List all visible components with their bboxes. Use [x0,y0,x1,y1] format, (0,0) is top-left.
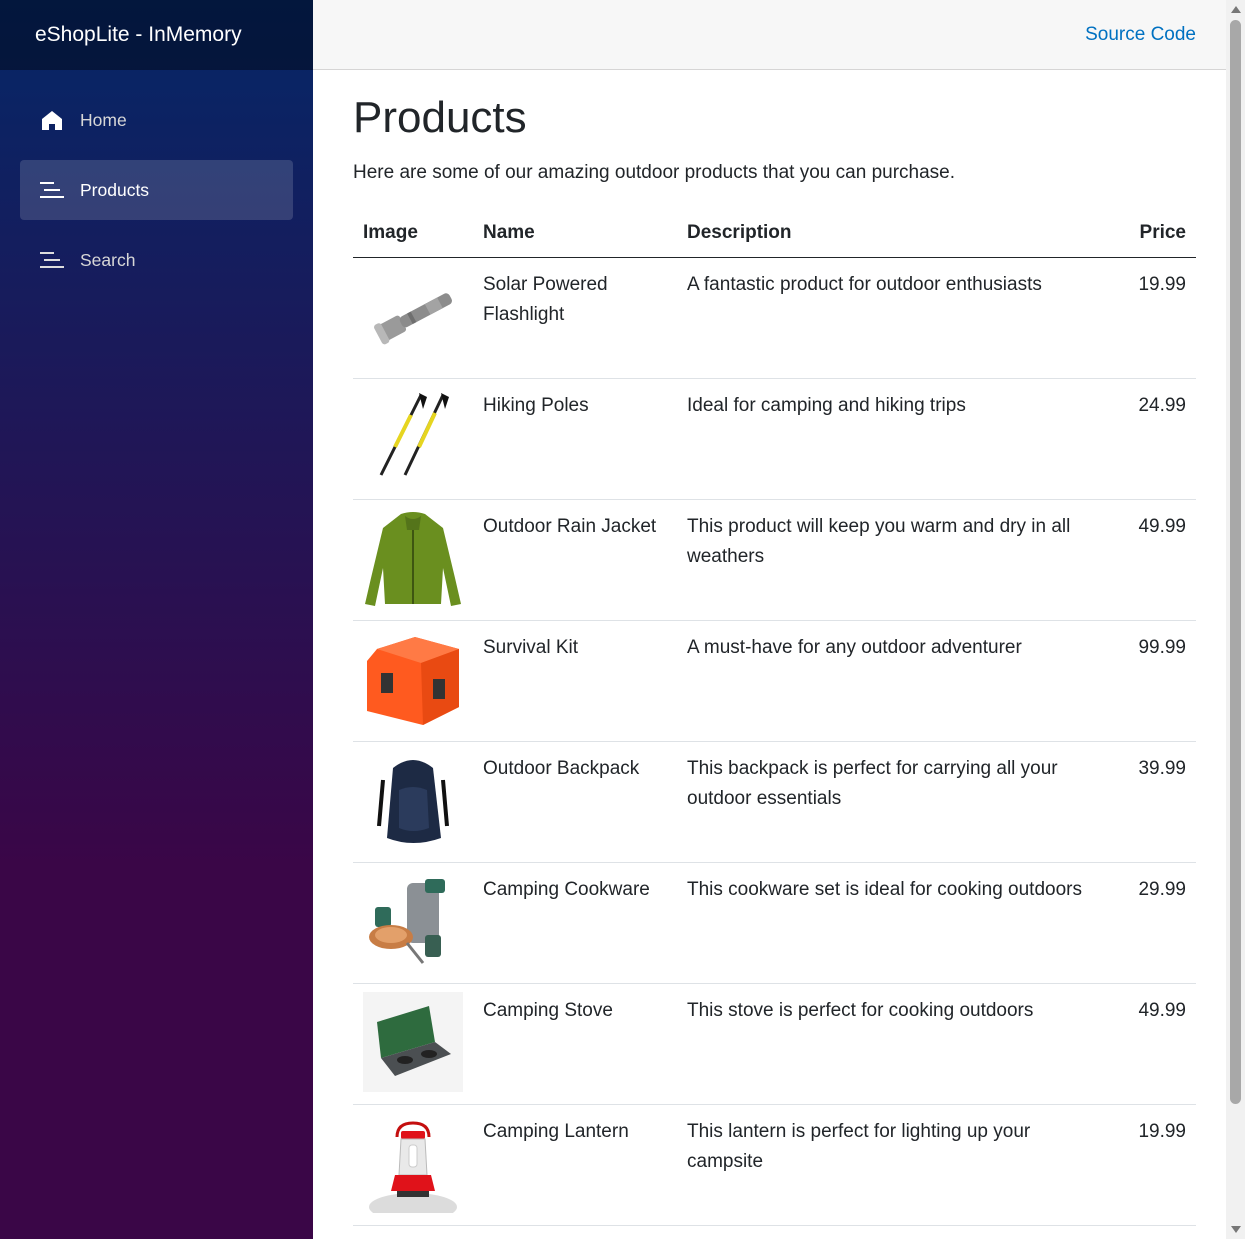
list-icon [40,178,64,202]
product-name: Solar Powered Flashlight [473,257,677,379]
vertical-scrollbar[interactable] [1226,0,1245,1239]
home-icon [40,108,64,132]
survival-kit-image [367,636,459,725]
camping-stove-image [363,991,463,1092]
sidebar-nav: Home Products Search [0,70,313,290]
table-row: Outdoor Rain Jacket This product will ke… [353,499,1196,621]
brand-bar: eShopLite - InMemory [0,0,313,70]
flashlight-image [374,292,452,344]
scroll-down-arrow-icon[interactable] [1231,1226,1241,1233]
list-icon [40,248,64,272]
product-name: Camping Cookware [473,862,677,984]
product-price: 29.99 [1107,862,1196,984]
product-name: Outdoor Rain Jacket [473,499,677,621]
table-row: Solar Powered Flashlight A fantastic pro… [353,257,1196,379]
hiking-poles-image [379,392,449,476]
product-price: 39.99 [1107,741,1196,863]
product-price: 49.99 [1107,499,1196,621]
rain-jacket-image [365,511,461,606]
page-title: Products [353,93,527,142]
sidebar-item-label: Home [80,109,127,130]
cookware-image [369,878,445,964]
product-name: Hiking Poles [473,378,677,500]
page-intro: Here are some of our amazing outdoor pro… [353,162,956,183]
top-row: Source Code [313,0,1226,70]
product-description: This cookware set is ideal for cooking o… [677,862,1107,984]
table-header-row: Image Name Description Price [353,210,1196,258]
column-header-description: Description [677,210,1107,258]
product-description: This backpack is perfect for carrying al… [677,741,1107,863]
product-description: A must-have for any outdoor adventurer [677,620,1107,742]
table-row: Camping Stove This stove is perfect for … [353,983,1196,1105]
lantern-image [369,1120,457,1213]
product-description: This lantern is perfect for lighting up … [677,1104,1107,1226]
scrollbar-thumb[interactable] [1230,20,1241,1104]
backpack-image [377,759,449,843]
table-row: Camping Lantern This lantern is perfect … [353,1104,1196,1226]
scroll-up-arrow-icon[interactable] [1231,6,1241,13]
source-code-link[interactable]: Source Code [1085,24,1196,46]
product-price: 49.99 [1107,983,1196,1105]
product-name: Outdoor Backpack [473,741,677,863]
product-name: Camping Lantern [473,1104,677,1226]
product-name: Survival Kit [473,620,677,742]
product-description: A fantastic product for outdoor enthusia… [677,257,1107,379]
column-header-price: Price [1107,210,1196,258]
table-row: Hiking Poles Ideal for camping and hikin… [353,378,1196,500]
product-name: Camping Stove [473,983,677,1105]
products-table: Image Name Description Price Solar Power… [353,210,1196,1226]
table-row: Camping Cookware This cookware set is id… [353,862,1196,984]
product-description: This product will keep you warm and dry … [677,499,1107,621]
brand-link[interactable]: eShopLite - InMemory [35,23,242,47]
sidebar-item-products[interactable]: Products [20,160,293,220]
table-row: Outdoor Backpack This backpack is perfec… [353,741,1196,863]
sidebar-item-label: Search [80,249,136,270]
product-price: 19.99 [1107,1104,1196,1226]
sidebar-item-search[interactable]: Search [20,230,293,290]
sidebar-item-label: Products [80,179,150,200]
product-description: This stove is perfect for cooking outdoo… [677,983,1107,1105]
sidebar: eShopLite - InMemory Home Products Searc… [0,0,313,1239]
product-price: 99.99 [1107,620,1196,742]
column-header-name: Name [473,210,677,258]
product-price: 19.99 [1107,257,1196,379]
table-row: Survival Kit A must-have for any outdoor… [353,620,1196,742]
column-header-image: Image [353,210,473,258]
sidebar-item-home[interactable]: Home [20,90,293,150]
product-price: 24.99 [1107,378,1196,500]
product-description: Ideal for camping and hiking trips [677,378,1107,500]
